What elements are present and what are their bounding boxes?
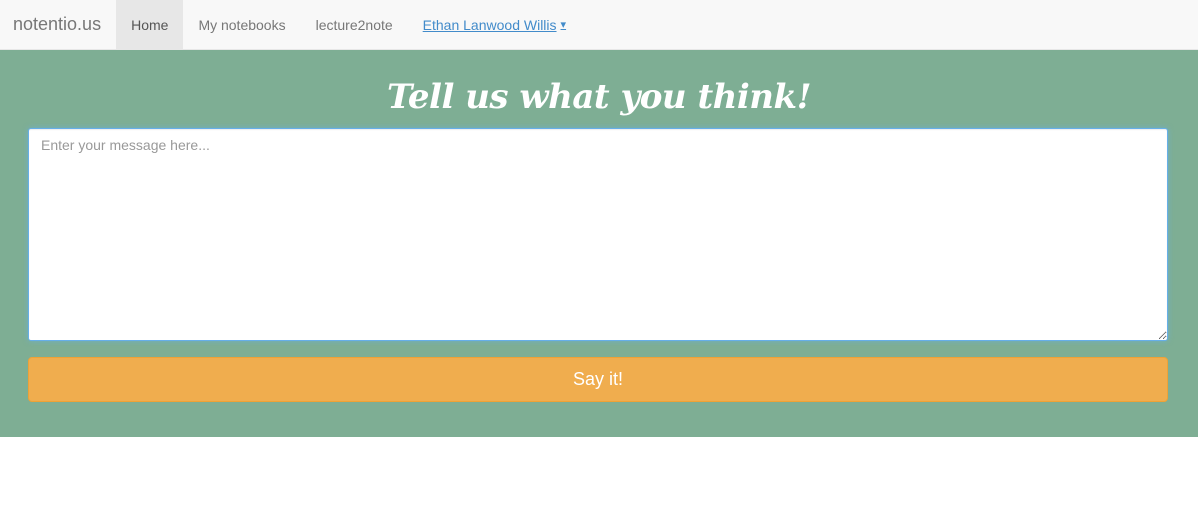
feedback-section: Tell us what you think! Say it!: [0, 50, 1198, 437]
nav-item-lecture2note-label: lecture2note: [315, 16, 393, 33]
nav-item-my-notebooks[interactable]: My notebooks: [183, 0, 300, 49]
chevron-down-icon: ▾: [560, 19, 567, 31]
nav-item-home[interactable]: Home: [116, 0, 184, 49]
brand-link[interactable]: notentio.us: [0, 0, 116, 49]
nav-item-my-notebooks-label: My notebooks: [198, 16, 286, 33]
user-menu-label: Ethan Lanwood Willis: [422, 16, 557, 33]
feedback-title: Tell us what you think!: [387, 77, 812, 117]
user-menu-dropdown[interactable]: Ethan Lanwood Willis ▾: [408, 0, 581, 49]
say-it-button[interactable]: Say it!: [28, 357, 1168, 402]
nav-item-home-label: Home: [131, 16, 169, 33]
feedback-message-input[interactable]: [28, 128, 1168, 341]
top-navbar: notentio.us Home My notebooks lecture2no…: [0, 0, 1198, 50]
nav-item-lecture2note[interactable]: lecture2note: [301, 0, 408, 49]
